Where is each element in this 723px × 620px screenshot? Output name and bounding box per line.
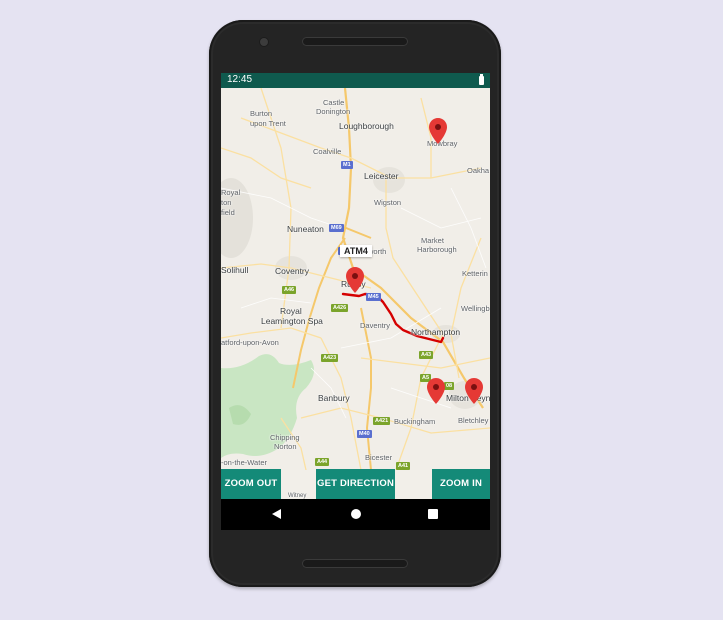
road-badge-a421: A421 xyxy=(373,417,391,425)
road-badge-08: 08 xyxy=(444,382,455,390)
status-time: 12:45 xyxy=(227,74,253,85)
map-label-harborough: Harborough xyxy=(417,245,457,254)
recent-apps-icon[interactable] xyxy=(428,509,438,519)
map-label-royal2: Royal xyxy=(280,306,302,316)
map-label-stratford: atford-upon-Avon xyxy=(221,338,279,347)
map-label-banbury: Banbury xyxy=(318,393,350,403)
back-icon[interactable] xyxy=(272,509,281,519)
home-icon[interactable] xyxy=(351,509,361,519)
map-label-loughborough: Loughborough xyxy=(339,121,394,131)
map-label-castle: Castle xyxy=(323,98,345,107)
road-badge-a423: A423 xyxy=(321,354,339,362)
road-badge-m69: M69 xyxy=(329,224,344,232)
map-label-norton: Norton xyxy=(274,442,297,451)
road-badge-a44: A44 xyxy=(315,458,330,466)
road-badge-a43: A43 xyxy=(419,351,434,359)
phone-screen: 12:45 Burton upon Trent Castle Donington… xyxy=(221,73,490,530)
map-label-ton: ton xyxy=(221,198,232,207)
bottom-speaker xyxy=(302,559,408,568)
map-pin-icon[interactable] xyxy=(346,267,364,293)
map-label-market: Market xyxy=(421,236,444,245)
top-speaker xyxy=(302,37,408,46)
map-label-bletchley: Bletchley xyxy=(458,416,489,425)
road-badge-a426: A426 xyxy=(331,304,349,312)
map-label-buckingham: Buckingham xyxy=(394,417,436,426)
map-view[interactable]: Burton upon Trent Castle Donington Lough… xyxy=(221,88,490,470)
map-pin-icon[interactable] xyxy=(465,378,483,404)
battery-full-icon xyxy=(479,74,484,85)
map-label-royal: Royal xyxy=(221,188,241,197)
zoom-in-button[interactable]: ZOOM IN xyxy=(432,469,490,499)
map-label-kettering: Ketterin xyxy=(462,269,488,278)
status-bar: 12:45 xyxy=(221,73,490,88)
map-label-donington: Donington xyxy=(316,107,351,116)
map-label-coventry: Coventry xyxy=(275,266,310,276)
map-label-daventry: Daventry xyxy=(360,321,391,330)
zoom-out-button[interactable]: ZOOM OUT xyxy=(221,469,281,499)
map-label-field: field xyxy=(221,208,235,217)
marker-info-window[interactable]: ATM4 xyxy=(340,245,372,257)
map-label-burton: Burton xyxy=(250,109,273,118)
android-nav-bar xyxy=(221,499,490,530)
map-label-bicester: Bicester xyxy=(365,453,393,462)
map-label-wigston: Wigston xyxy=(374,198,402,207)
get-direction-button[interactable]: GET DIRECTION xyxy=(316,469,395,499)
front-camera xyxy=(260,38,268,46)
road-badge-a41: A41 xyxy=(396,462,411,470)
map-label-solihull: Solihull xyxy=(221,265,249,275)
map-pin-icon[interactable] xyxy=(429,118,447,144)
map-label-coalville: Coalville xyxy=(313,147,342,156)
road-badge-m40: M40 xyxy=(357,430,372,438)
map-label-chipping: Chipping xyxy=(270,433,300,442)
map-label-upon-trent: upon Trent xyxy=(250,119,286,128)
map-label-northampton: Northampton xyxy=(411,327,461,337)
road-badge-m1: M1 xyxy=(341,161,353,169)
map-label-leicester: Leicester xyxy=(364,171,399,181)
map-label-oakham: Oakha xyxy=(467,166,490,175)
map-label-nuneaton: Nuneaton xyxy=(287,224,324,234)
map-label-leamington-spa: Leamington Spa xyxy=(261,316,323,326)
map-label-wellingborough: Wellingb xyxy=(461,304,490,313)
map-pin-icon[interactable] xyxy=(427,378,445,404)
map-label-on-the-water: -on-the-Water xyxy=(221,458,267,467)
road-badge-m45: M45 xyxy=(366,293,381,301)
road-badge-a46: A46 xyxy=(282,286,297,294)
